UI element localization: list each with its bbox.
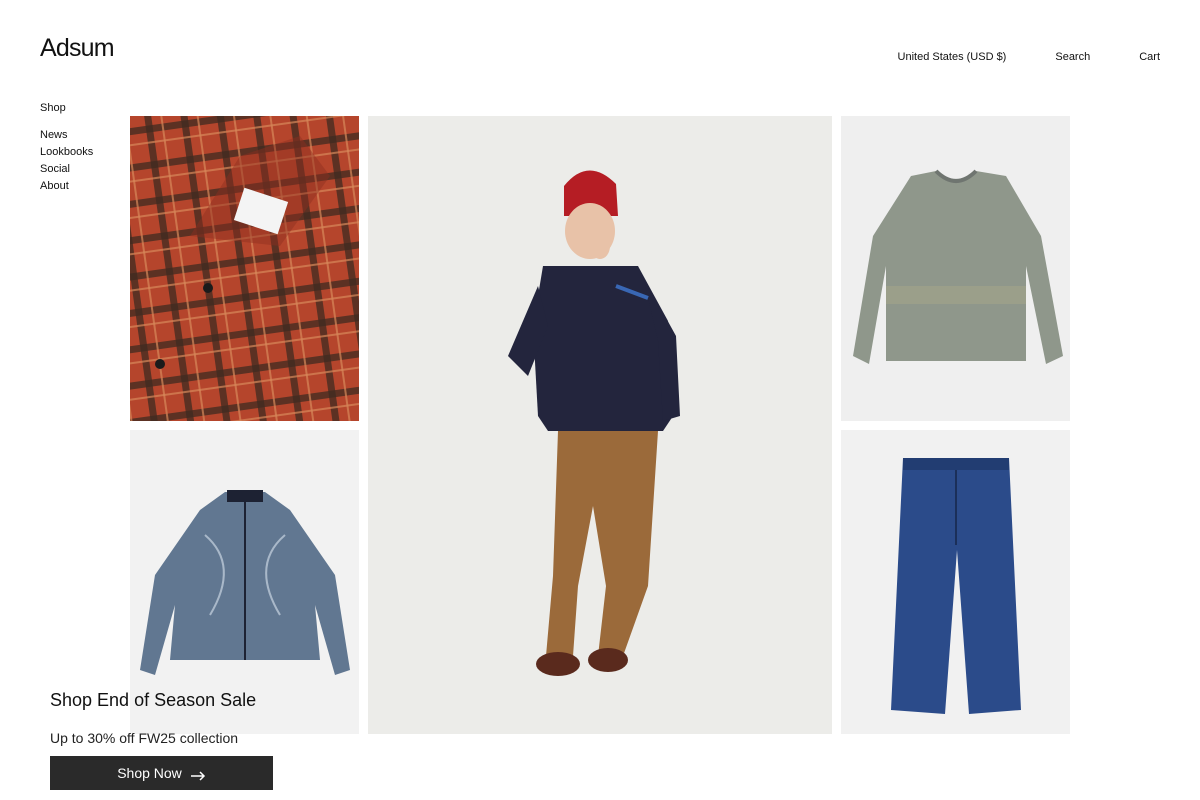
product-image-grey-sweater[interactable] — [841, 116, 1070, 421]
sidebar-item-social[interactable]: Social — [40, 161, 93, 178]
model-look-image — [368, 116, 832, 734]
arrow-right-icon — [190, 768, 206, 781]
top-nav: United States (USD $) Search Cart — [898, 51, 1160, 63]
logo[interactable]: Adsum — [40, 36, 115, 61]
plaid-shirt-image — [130, 116, 359, 421]
fleece-jacket-image — [130, 430, 359, 734]
shop-now-button[interactable]: Shop Now — [50, 756, 273, 790]
promo-banner: Shop End of Season Sale Up to 30% off FW… — [50, 690, 256, 746]
side-nav: Shop News Lookbooks Social About — [40, 100, 93, 195]
sidebar-item-lookbooks[interactable]: Lookbooks — [40, 144, 93, 161]
denim-jeans-image — [841, 430, 1070, 734]
shop-now-label: Shop Now — [117, 765, 182, 781]
model-image[interactable] — [368, 116, 832, 734]
promo-title: Shop End of Season Sale — [50, 690, 257, 710]
product-image-plaid-shirt[interactable] — [130, 116, 359, 421]
grey-sweater-image — [841, 116, 1070, 421]
search-link[interactable]: Search — [1055, 51, 1090, 63]
sidebar-item-about[interactable]: About — [40, 178, 93, 195]
region-selector[interactable]: United States (USD $) — [898, 51, 1007, 63]
promo-subtitle: Up to 30% off FW25 collection — [50, 730, 239, 746]
sidebar-item-news[interactable]: News — [40, 127, 93, 144]
sidebar-item-shop[interactable]: Shop — [40, 100, 93, 117]
product-image-denim-jeans[interactable] — [841, 430, 1070, 734]
cart-link[interactable]: Cart — [1139, 51, 1160, 63]
product-image-fleece-jacket[interactable] — [130, 430, 359, 734]
